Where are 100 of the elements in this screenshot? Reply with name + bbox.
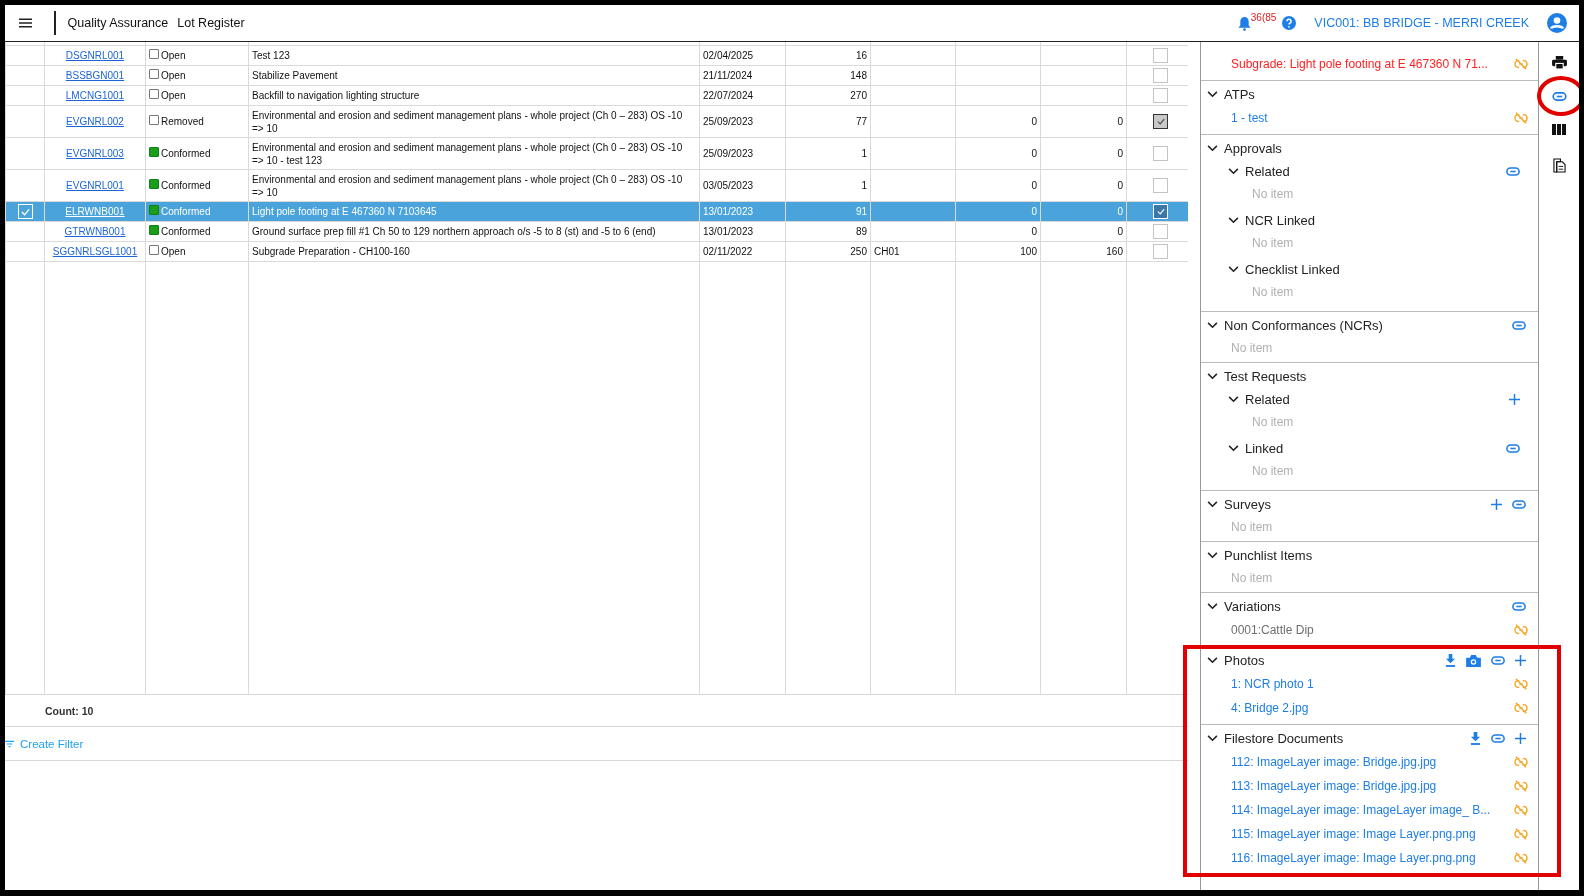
- checkbox[interactable]: [1153, 114, 1168, 129]
- section-title[interactable]: Test Requests: [1224, 369, 1307, 384]
- status-text: Conformed: [161, 179, 211, 192]
- subsection-title[interactable]: Linked: [1245, 441, 1284, 456]
- empty-message: No item: [1252, 235, 1294, 250]
- menu-icon[interactable]: [19, 18, 32, 28]
- empty-message: No item: [1252, 284, 1294, 299]
- table-cell: 0: [1031, 148, 1037, 159]
- subsection-title[interactable]: Related: [1245, 392, 1290, 407]
- section-title[interactable]: ATPs: [1224, 87, 1255, 102]
- notification-count: 36(85: [1250, 11, 1277, 23]
- linked-item[interactable]: 113: ImageLayer image: Bridge.jpg.jpg: [1231, 779, 1514, 793]
- columns-icon[interactable]: [1552, 124, 1566, 135]
- table-cell: 0: [1117, 116, 1123, 127]
- table-cell: Light pole footing at E 467360 N 7103645: [252, 206, 437, 217]
- link-icon[interactable]: [1512, 500, 1526, 509]
- linked-item[interactable]: 0001:Cattle Dip: [1231, 623, 1514, 637]
- link-icon[interactable]: [1491, 734, 1505, 743]
- chevron-down-icon[interactable]: [1207, 322, 1218, 329]
- add-icon[interactable]: [1491, 499, 1502, 510]
- linked-item[interactable]: 4: Bridge 2.jpg: [1231, 701, 1514, 715]
- subsection-title[interactable]: NCR Linked: [1245, 213, 1316, 228]
- link-icon[interactable]: [1491, 656, 1505, 665]
- add-icon[interactable]: [1515, 655, 1526, 666]
- user-avatar-icon[interactable]: [1547, 13, 1567, 33]
- download-icon[interactable]: [1470, 732, 1481, 745]
- table-cell: 21/11/2024: [703, 70, 753, 81]
- chevron-down-icon[interactable]: [1207, 145, 1218, 152]
- table-cell: Environmental and erosion and sediment management plans - whole project (Ch 0 – 283) OS -10 => 10: [252, 109, 683, 134]
- chevron-down-icon[interactable]: [1207, 735, 1218, 742]
- linked-item[interactable]: 112: ImageLayer image: Bridge.jpg.jpg: [1231, 755, 1514, 769]
- chevron-down-icon[interactable]: [1207, 552, 1218, 559]
- link-icon[interactable]: [1551, 92, 1567, 101]
- link-icon[interactable]: [1506, 444, 1520, 453]
- table-cell: 25/09/2023: [703, 116, 754, 127]
- chevron-down-icon[interactable]: [1228, 217, 1239, 224]
- subsection-title[interactable]: Checklist Linked: [1245, 262, 1340, 277]
- table-cell: 1: [861, 148, 867, 159]
- filter-icon[interactable]: [5, 739, 14, 748]
- subsection-title[interactable]: Related: [1245, 164, 1290, 179]
- table-cell: 0: [1031, 180, 1037, 191]
- camera-icon[interactable]: [1466, 654, 1481, 667]
- download-icon[interactable]: [1445, 654, 1456, 667]
- highlight-circle: [1537, 76, 1579, 116]
- checkmark-icon: [1156, 208, 1165, 215]
- table-cell: 89: [855, 226, 867, 237]
- section-title[interactable]: Non Conformances (NCRs): [1224, 318, 1383, 333]
- linked-item[interactable]: 1: NCR photo 1: [1231, 677, 1514, 691]
- bell-icon[interactable]: [1237, 15, 1251, 31]
- section-title[interactable]: Variations: [1224, 599, 1281, 614]
- table-cell: Environmental and erosion and sediment management plans - whole project (Ch 0 – 283) OS -10 => 10: [252, 173, 683, 198]
- lot-link[interactable]: EVGNRL003: [66, 148, 124, 159]
- link-icon[interactable]: [1512, 321, 1526, 330]
- empty-message: No item: [1231, 340, 1273, 355]
- lot-link[interactable]: EVGNRL002: [66, 116, 124, 127]
- lot-link[interactable]: EVGNRL001: [66, 180, 124, 191]
- table-cell: 148: [850, 70, 867, 81]
- linked-item[interactable]: 1 - test: [1231, 111, 1514, 125]
- chevron-down-icon[interactable]: [1228, 445, 1239, 452]
- table-cell: 77: [855, 116, 867, 127]
- help-icon[interactable]: [1282, 16, 1297, 30]
- project-selector[interactable]: VIC001: BB BRIDGE - MERRI CREEK: [1314, 16, 1529, 30]
- section-title[interactable]: Approvals: [1224, 141, 1282, 156]
- chevron-down-icon[interactable]: [1207, 657, 1218, 664]
- table-cell: 0: [1031, 206, 1037, 217]
- section-title[interactable]: Surveys: [1224, 497, 1271, 512]
- chevron-down-icon[interactable]: [1228, 266, 1239, 273]
- table-cell: Test 123: [252, 50, 290, 61]
- linked-item[interactable]: Subgrade: Light pole footing at E 467360 N 71...: [1231, 57, 1514, 71]
- empty-message: No item: [1231, 570, 1273, 585]
- chevron-down-icon[interactable]: [1207, 91, 1218, 98]
- table-cell: 02/04/2025: [703, 50, 754, 61]
- link-icon[interactable]: [1512, 602, 1526, 611]
- table-cell: 0: [1031, 226, 1037, 237]
- linked-item[interactable]: 115: ImageLayer image: Image Layer.png.png: [1231, 827, 1514, 841]
- section-title[interactable]: Punchlist Items: [1224, 548, 1313, 563]
- status-text: Conformed: [161, 147, 211, 160]
- chevron-down-icon[interactable]: [1207, 373, 1218, 380]
- add-icon[interactable]: [1515, 733, 1526, 744]
- document-icon[interactable]: [1552, 158, 1566, 173]
- row-checkbox[interactable]: [17, 204, 33, 219]
- table-cell: 0: [1117, 226, 1123, 237]
- table-cell: 91: [855, 206, 867, 217]
- chevron-down-icon[interactable]: [1207, 501, 1218, 508]
- section-title[interactable]: Photos: [1224, 653, 1265, 668]
- checkmark-icon: [1156, 118, 1165, 125]
- chevron-down-icon[interactable]: [1228, 168, 1239, 175]
- table-cell: 270: [850, 90, 867, 101]
- chevron-down-icon[interactable]: [1207, 603, 1218, 610]
- section-title[interactable]: Filestore Documents: [1224, 731, 1344, 746]
- add-icon[interactable]: [1509, 394, 1520, 405]
- linked-item[interactable]: 116: ImageLayer image: Image Layer.png.png: [1231, 851, 1514, 865]
- create-filter-link[interactable]: Create Filter: [20, 737, 84, 750]
- table-cell: 0: [1031, 116, 1037, 127]
- print-icon[interactable]: [1551, 56, 1567, 69]
- table-cell: Subgrade Preparation - CH100-160: [252, 246, 410, 257]
- linked-item[interactable]: 114: ImageLayer image: ImageLayer image_ B...: [1231, 803, 1514, 817]
- chevron-down-icon[interactable]: [1228, 396, 1239, 403]
- link-icon[interactable]: [1506, 167, 1520, 176]
- status-text: Open: [161, 89, 186, 102]
